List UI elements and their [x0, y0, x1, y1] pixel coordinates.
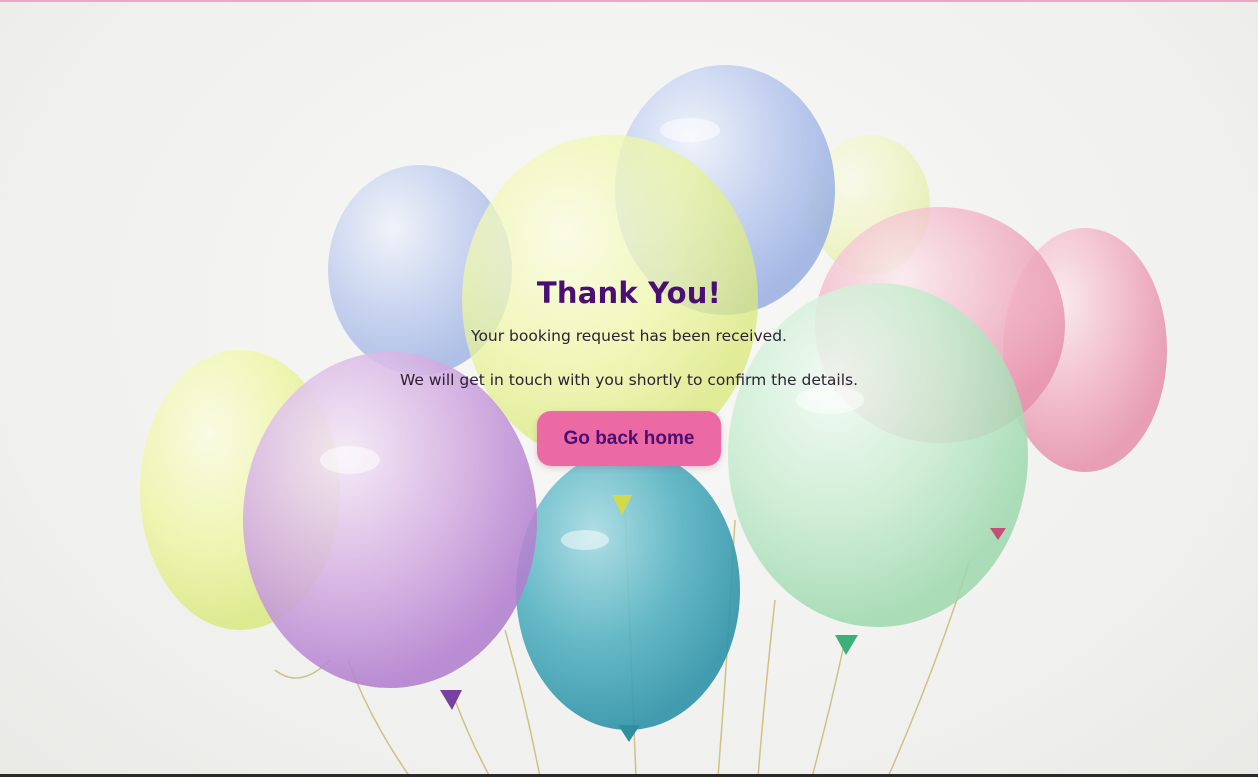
confirmation-panel: Thank You! Your booking request has been… — [0, 0, 1258, 777]
go-back-home-button[interactable]: Go back home — [537, 411, 721, 466]
page-title: Thank You! — [536, 276, 722, 310]
confirmation-message: Your booking request has been received. — [471, 327, 787, 345]
follow-up-message: We will get in touch with you shortly to… — [399, 371, 859, 389]
thank-you-page: Thank You! Your booking request has been… — [0, 0, 1258, 777]
